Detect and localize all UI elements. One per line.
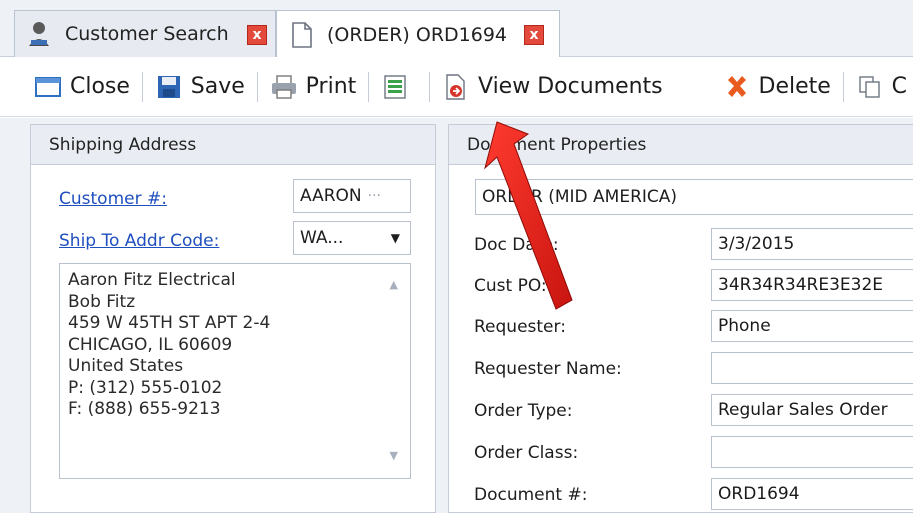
- toolbar-separator: [429, 71, 430, 102]
- requester-name-field[interactable]: [711, 352, 913, 384]
- cust-po-value: 34R34R34RE3E32E: [718, 275, 884, 295]
- shipto-value: WA...: [300, 228, 344, 248]
- document-number-field[interactable]: ORD1694: [711, 478, 913, 510]
- order-type-field[interactable]: Regular Sales Order: [711, 394, 913, 426]
- cust-po-label: Cust PO:: [474, 276, 547, 296]
- address-line: P: (312) 555-0102: [68, 377, 223, 398]
- document-type-value: ORDER (MID AMERICA): [482, 187, 678, 207]
- printer-icon: [270, 73, 298, 101]
- toolbar-separator: [256, 71, 258, 102]
- close-icon[interactable]: x: [524, 25, 544, 45]
- panel-title: Document Properties: [449, 125, 913, 165]
- scroll-up-icon[interactable]: ▲: [390, 274, 398, 296]
- shipping-address-panel: Shipping Address Customer #: AARON ··· S…: [30, 124, 436, 513]
- shipto-link[interactable]: Ship To Addr Code:: [59, 231, 219, 251]
- tab-order[interactable]: (ORDER) ORD1694 x: [276, 10, 560, 58]
- requester-label: Requester:: [474, 317, 566, 337]
- address-line: Aaron Fitz Electrical: [68, 270, 236, 290]
- toolbar-separator: [141, 71, 143, 102]
- save-icon: [155, 73, 183, 101]
- content-area: Shipping Address Customer #: AARON ··· S…: [0, 118, 913, 513]
- address-line: CHICAGO, IL 60609: [68, 334, 233, 355]
- toolbar-separator: [842, 71, 844, 102]
- address-line: Bob Fitz: [68, 291, 136, 312]
- document-number-label: Document #:: [474, 485, 588, 505]
- toolbar: Close Save Print View Documents Delete C: [0, 57, 913, 117]
- order-type-label: Order Type:: [474, 401, 573, 421]
- copy-icon: [856, 73, 884, 101]
- close-button[interactable]: Close: [28, 67, 136, 107]
- view-documents-button[interactable]: View Documents: [436, 67, 669, 107]
- document-arrow-icon: [442, 73, 470, 101]
- tab-label: Customer Search: [65, 23, 229, 45]
- doc-date-label: Doc Date:: [474, 235, 559, 255]
- address-line: 459 W 45TH ST APT 2-4: [68, 313, 271, 333]
- document-type-field[interactable]: ORDER (MID AMERICA): [475, 179, 913, 215]
- address-line: F: (888) 655-9213: [68, 399, 221, 419]
- cust-po-field[interactable]: 34R34R34RE3E32E: [711, 269, 913, 301]
- customer-link[interactable]: Customer #:: [59, 189, 167, 209]
- shipto-select[interactable]: WA... ▼: [293, 221, 411, 255]
- window-icon: [34, 73, 62, 101]
- customer-label[interactable]: Customer #:: [59, 189, 167, 209]
- address-box[interactable]: Aaron Fitz Electrical Bob Fitz 459 W 45T…: [59, 263, 411, 479]
- address-line: United States: [68, 356, 184, 376]
- order-class-field[interactable]: [711, 436, 913, 468]
- document-number-value: ORD1694: [718, 484, 800, 504]
- requester-field[interactable]: Phone: [711, 310, 913, 342]
- order-class-label: Order Class:: [474, 443, 579, 463]
- more-icon[interactable]: ···: [368, 188, 381, 204]
- customer-field[interactable]: AARON ···: [293, 179, 411, 213]
- requester-value: Phone: [718, 316, 771, 336]
- save-button[interactable]: Save: [149, 67, 251, 107]
- copy-button[interactable]: C: [850, 67, 913, 107]
- customer-value: AARON: [300, 186, 362, 206]
- doc-date-field[interactable]: 3/3/2015: [711, 228, 913, 260]
- spreadsheet-icon: [381, 73, 409, 101]
- tab-label: (ORDER) ORD1694: [327, 23, 507, 46]
- delete-x-icon: [723, 73, 751, 101]
- close-icon[interactable]: x: [247, 25, 267, 45]
- export-button[interactable]: [375, 67, 423, 107]
- toolbar-separator: [368, 71, 370, 102]
- shipto-label[interactable]: Ship To Addr Code:: [59, 231, 219, 251]
- delete-button[interactable]: Delete: [717, 67, 837, 107]
- user-search-icon: [27, 20, 53, 48]
- chevron-down-icon[interactable]: ▼: [391, 231, 400, 245]
- scroll-down-icon[interactable]: ▼: [390, 445, 398, 467]
- print-button[interactable]: Print: [264, 67, 363, 107]
- requester-name-label: Requester Name:: [474, 359, 622, 379]
- document-icon: [289, 21, 315, 49]
- tab-customer-search[interactable]: Customer Search x: [14, 10, 276, 57]
- panel-title: Shipping Address: [31, 125, 435, 165]
- tab-bar: Customer Search x (ORDER) ORD1694 x: [0, 0, 913, 58]
- order-type-value: Regular Sales Order: [718, 400, 888, 420]
- doc-date-value: 3/3/2015: [718, 234, 795, 254]
